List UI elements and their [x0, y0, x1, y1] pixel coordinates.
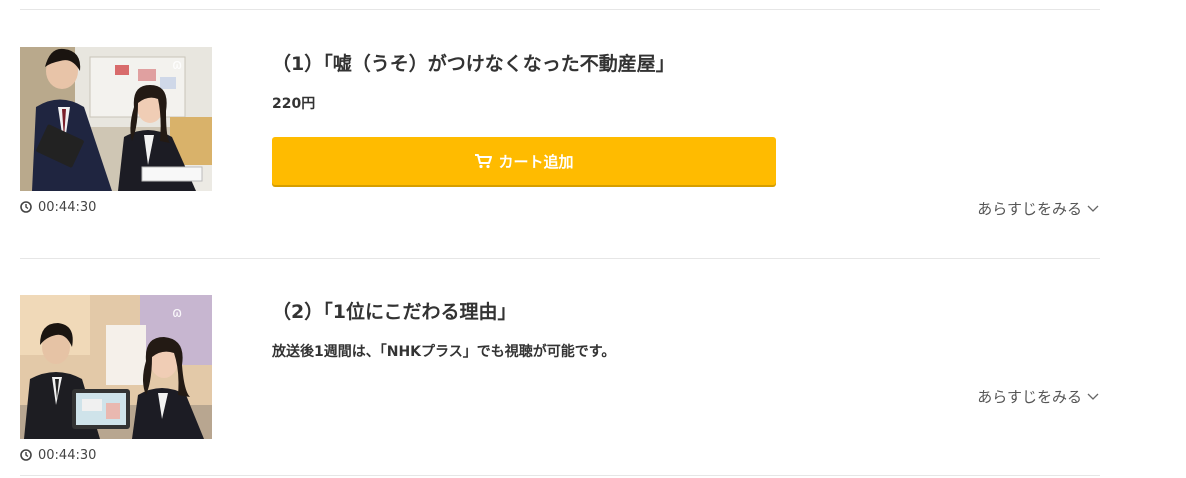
show-synopsis-link[interactable]: あらすじをみる	[977, 198, 1100, 218]
episode-title[interactable]: （2）「1位にこだわる理由」	[272, 297, 517, 324]
show-synopsis-link[interactable]: あらすじをみる	[977, 386, 1100, 406]
svg-text:ɷ: ɷ	[172, 57, 182, 73]
episode-thumbnail[interactable]: ɷ	[20, 295, 212, 439]
cart-icon	[475, 154, 493, 169]
divider	[20, 475, 1100, 476]
cart-button-label: カート追加	[498, 152, 574, 171]
clock-icon	[20, 449, 32, 461]
episode-price: 220円	[272, 96, 316, 112]
episode-item-2: ɷ 00:44:30 （2）「1位にこだわる理由」 放送後1週間は、「NHKプラ…	[20, 295, 1100, 470]
duration-text: 00:44:30	[38, 199, 97, 215]
episode-list: ɷ 00:44:30 （1）「嘘（うそ）がつけなくなった不動産屋」 220円 カ…	[0, 0, 1186, 478]
divider	[20, 9, 1100, 10]
synopsis-label: あらすじをみる	[977, 387, 1082, 406]
episode-duration: 00:44:30	[20, 447, 96, 463]
clock-icon	[20, 201, 32, 213]
episode-thumbnail[interactable]: ɷ	[20, 47, 212, 191]
episode-duration: 00:44:30	[20, 199, 96, 215]
synopsis-label: あらすじをみる	[977, 199, 1082, 218]
chevron-down-icon	[1087, 205, 1099, 212]
add-to-cart-button[interactable]: カート追加	[272, 137, 776, 185]
episode-item-1: ɷ 00:44:30 （1）「嘘（うそ）がつけなくなった不動産屋」 220円 カ…	[20, 47, 1100, 237]
divider	[20, 258, 1100, 259]
episode-availability-note: 放送後1週間は、「NHKプラス」でも視聴が可能です。	[272, 344, 616, 360]
duration-text: 00:44:30	[38, 447, 97, 463]
episode-title[interactable]: （1）「嘘（うそ）がつけなくなった不動産屋」	[272, 49, 675, 76]
svg-text:ɷ: ɷ	[172, 305, 182, 321]
episode-2-scene-image: ɷ	[20, 295, 212, 439]
episode-1-scene-image: ɷ	[20, 47, 212, 191]
chevron-down-icon	[1087, 393, 1099, 400]
